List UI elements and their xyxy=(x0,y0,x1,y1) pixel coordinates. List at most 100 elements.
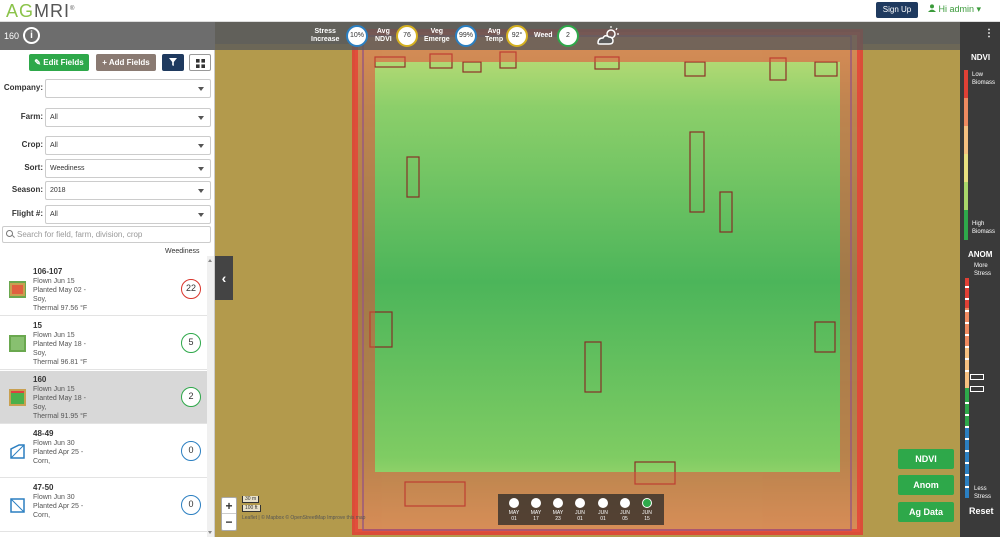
anom-range-handle-top[interactable] xyxy=(970,374,984,380)
less-stress-label: Less Stress xyxy=(974,486,992,500)
flight-dot[interactable] xyxy=(531,498,541,508)
flight-timeline: MAY 01 MAY 17 MAY 23 JUN 01 JUN 01 JUN 05 JUN 1… xyxy=(498,494,664,525)
season-select[interactable]: 2018 xyxy=(45,181,211,200)
ndvi-layer-button[interactable]: NDVI xyxy=(898,449,954,469)
reset-button[interactable]: Reset xyxy=(969,506,994,516)
flight-dot[interactable] xyxy=(620,498,630,508)
chevron-left-icon[interactable]: ‹ xyxy=(215,256,233,300)
thermal-reading: Thermal 97.56 °F xyxy=(33,305,88,312)
ndvi-map-image xyxy=(215,22,960,537)
ndvi-legend-title: NDVI xyxy=(971,53,991,62)
ndvi-color-scale xyxy=(964,70,968,240)
flown-date: Flown Jun 30 xyxy=(33,494,75,501)
add-fields-button[interactable]: + Add Fields xyxy=(96,54,156,71)
weediness-column-header: Weediness xyxy=(165,248,200,255)
field-name: 106-107 xyxy=(33,267,63,276)
farm-filter-row: Farm: All xyxy=(0,108,215,128)
user-menu[interactable]: Hi admin ▾ xyxy=(928,4,981,15)
caret-down-icon xyxy=(198,189,204,193)
flight-date: JUN 05 xyxy=(620,510,630,522)
zoom-out-button[interactable]: − xyxy=(222,514,236,530)
pencil-icon: ✎ xyxy=(34,58,44,67)
search-icon xyxy=(6,230,13,237)
field-list-item-selected[interactable]: 160 Flown Jun 15 Planted May 18 - Soy, T… xyxy=(0,371,207,424)
planted-date: Planted Apr 25 - xyxy=(33,449,84,456)
flight-label: Flight #: xyxy=(11,209,43,218)
zoom-in-button[interactable]: + xyxy=(222,498,236,514)
field-list-item[interactable]: 47-50 Flown Jun 30 Planted Apr 25 - Corn… xyxy=(0,479,207,532)
company-label: Company: xyxy=(3,83,43,92)
info-icon[interactable]: i xyxy=(23,27,40,44)
field-thumbnail xyxy=(9,335,26,352)
avg-ndvi-label: Avg NDVI xyxy=(375,28,392,43)
sort-select[interactable]: Weediness xyxy=(45,159,211,178)
agmri-logo[interactable]: AGMRI® xyxy=(6,1,75,22)
current-field-number: 160 xyxy=(4,31,20,41)
weediness-badge: 0 xyxy=(181,441,201,461)
flight-dot[interactable] xyxy=(509,498,519,508)
low-biomass-label: Low Biomass xyxy=(972,72,996,86)
caret-down-icon xyxy=(198,116,204,120)
more-menu-icon[interactable]: ⋮ xyxy=(984,28,994,39)
zoom-control: + − xyxy=(221,497,237,531)
search-placeholder: Search for field, farm, division, crop xyxy=(17,230,143,239)
sort-value: Weediness xyxy=(50,165,85,172)
field-list: 106-107 Flown Jun 15 Planted May 02 - So… xyxy=(0,256,207,537)
search-input[interactable]: Search for field, farm, division, crop xyxy=(2,226,211,243)
farm-select[interactable]: All xyxy=(45,108,211,127)
crop-select[interactable]: All xyxy=(45,136,211,155)
field-name: 48-49 xyxy=(33,429,54,438)
ag-data-button[interactable]: Ag Data xyxy=(898,502,954,522)
field-name: 160 xyxy=(33,375,47,384)
flight-date: MAY 17 xyxy=(530,510,542,522)
weed-label: Weed xyxy=(534,32,553,39)
company-select[interactable] xyxy=(45,79,211,98)
flown-date: Flown Jun 15 xyxy=(33,386,75,393)
flown-date: Flown Jun 15 xyxy=(33,332,75,339)
crop-type: Corn, xyxy=(33,512,51,519)
high-biomass-label: High Biomass xyxy=(972,221,996,235)
field-thumbnail xyxy=(9,281,26,298)
avg-temp-value: 92° xyxy=(506,25,528,47)
map-legend: ⋮ NDVI Low Biomass High Biomass ANOM More S… xyxy=(960,22,1000,537)
avg-ndvi-value: 76 xyxy=(396,25,418,47)
crop-type: Corn, xyxy=(33,458,51,465)
edit-fields-label: Edit Fields xyxy=(43,58,84,67)
crop-type: Soy, xyxy=(33,404,47,411)
user-icon xyxy=(928,4,936,12)
partly-cloudy-icon[interactable] xyxy=(595,25,621,47)
farm-value: All xyxy=(50,114,58,121)
flight-date: JUN 15 xyxy=(642,510,652,522)
user-greeting: Hi admin xyxy=(938,4,975,14)
flight-dot[interactable] xyxy=(598,498,608,508)
field-stats-bar: Stress Increase 10% Avg NDVI 76 Veg Emerge … xyxy=(215,22,960,50)
registered-mark: ® xyxy=(70,6,76,12)
map-attribution[interactable]: Leaflet | © Mapbox © OpenStreetMap Impro… xyxy=(242,515,365,521)
field-list-item[interactable]: 15 Flown Jun 15 Planted May 18 - Soy, Th… xyxy=(0,317,207,370)
anom-range-handle-bottom[interactable] xyxy=(970,386,984,392)
flight-select[interactable]: All xyxy=(45,205,211,224)
season-label: Season: xyxy=(11,185,43,194)
flight-date: JUN 01 xyxy=(575,510,585,522)
edit-fields-button[interactable]: ✎ Edit Fields xyxy=(29,54,89,71)
flight-dot-active[interactable] xyxy=(642,498,652,508)
anom-layer-button[interactable]: Anom xyxy=(898,475,954,495)
grid-view-button[interactable] xyxy=(189,54,211,71)
field-map[interactable] xyxy=(215,22,960,537)
sort-filter-row: Sort: Weediness xyxy=(0,159,215,179)
field-list-item[interactable]: 106-107 Flown Jun 15 Planted May 02 - So… xyxy=(0,263,207,316)
flight-filter-row: Flight #: All xyxy=(0,205,215,225)
scroll-up-icon[interactable] xyxy=(208,259,212,262)
flight-dot[interactable] xyxy=(575,498,585,508)
flight-dot[interactable] xyxy=(553,498,563,508)
sign-up-button[interactable]: Sign Up xyxy=(876,2,918,18)
field-name: 47-50 xyxy=(33,483,54,492)
plus-icon: + xyxy=(102,58,109,67)
crop-type: Soy, xyxy=(33,350,47,357)
list-scrollbar[interactable] xyxy=(207,256,214,537)
weediness-badge: 22 xyxy=(181,279,201,299)
caret-down-icon xyxy=(198,144,204,148)
scroll-down-icon[interactable] xyxy=(208,531,212,534)
filter-button[interactable] xyxy=(162,54,184,71)
field-list-item[interactable]: 48-49 Flown Jun 30 Planted Apr 25 - Corn… xyxy=(0,425,207,478)
